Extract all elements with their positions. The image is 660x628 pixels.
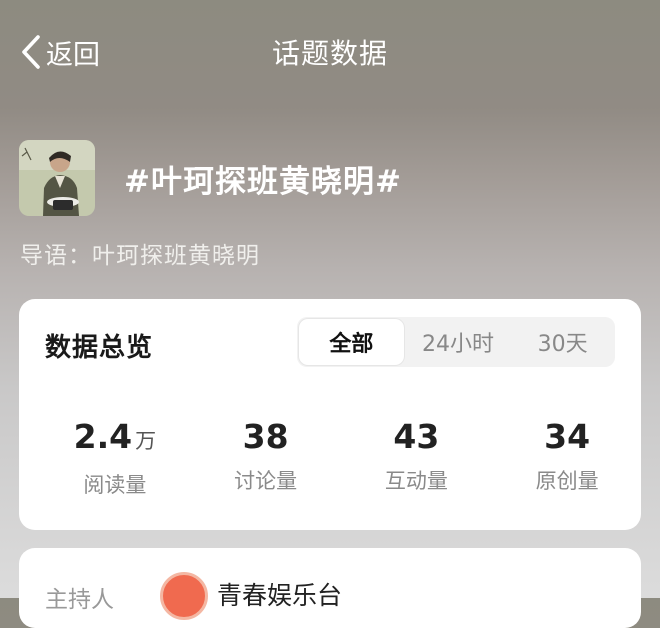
stat-read-count: 2.4 万 阅读量: [41, 417, 189, 499]
stat-read-label: 阅读量: [83, 473, 147, 497]
stats-row: 2.4 万 阅读量 38 讨论量 43 互动量 34 原创量: [19, 417, 641, 499]
host-label: 主持人: [45, 587, 114, 613]
tab-30-days[interactable]: 30天: [510, 317, 615, 367]
tab-24-hours[interactable]: 24小时: [406, 317, 511, 367]
topic-guide-text: 导语：叶珂探班黄晓明: [20, 243, 260, 269]
time-range-segmented-control: 全部 24小时 30天: [297, 317, 615, 367]
stat-read-value: 2.4: [73, 417, 133, 456]
stat-interaction-value: 43: [393, 417, 440, 456]
host-avatar[interactable]: [160, 572, 208, 620]
stat-interaction-count: 43 互动量: [343, 417, 491, 499]
topic-name: #叶珂探班黄晓明#: [124, 163, 402, 200]
topic-header: #叶珂探班黄晓明#: [19, 140, 402, 216]
top-nav-bar: 返回 话题数据: [0, 0, 660, 104]
host-card[interactable]: 主持人 青春娱乐台: [19, 548, 641, 628]
stat-original-label: 原创量: [535, 469, 599, 493]
data-overview-card: 数据总览 全部 24小时 30天 2.4 万 阅读量 38 讨论量 43 互动量 …: [19, 299, 641, 530]
stat-original-count: 34 原创量: [493, 417, 641, 499]
stat-discussion-value: 38: [242, 417, 289, 456]
stat-discussion-count: 38 讨论量: [192, 417, 340, 499]
stat-original-value: 34: [544, 417, 591, 456]
tab-all[interactable]: 全部: [299, 319, 404, 365]
page-title: 话题数据: [271, 37, 388, 70]
stat-discussion-label: 讨论量: [234, 469, 298, 493]
topic-cover-image: [19, 140, 95, 216]
host-name[interactable]: 青春娱乐台: [217, 576, 342, 612]
overview-title: 数据总览: [45, 333, 154, 363]
stat-interaction-label: 互动量: [384, 469, 448, 493]
stat-read-unit: 万: [135, 429, 157, 453]
